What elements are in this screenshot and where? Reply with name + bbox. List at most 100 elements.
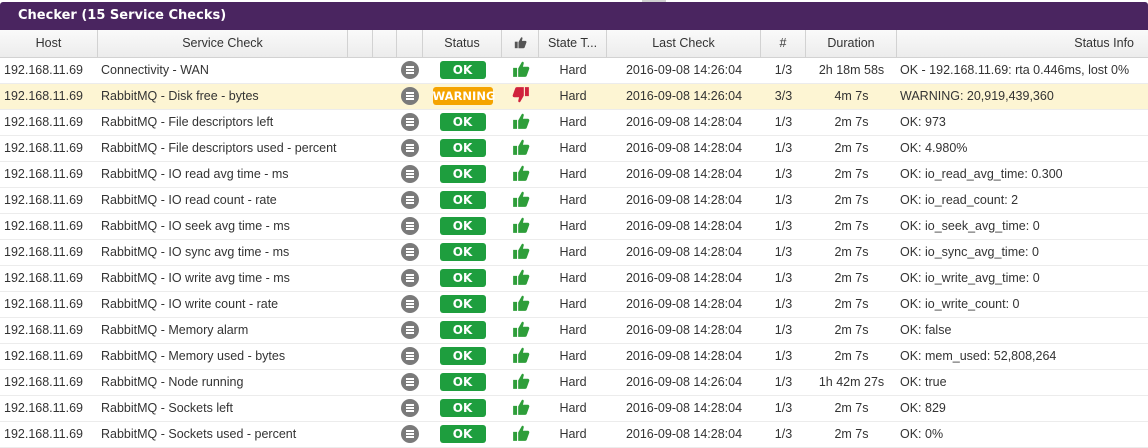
row-actions-cell bbox=[397, 318, 423, 343]
thumbs-up-icon[interactable] bbox=[512, 321, 530, 338]
table-row[interactable]: 192.168.11.69 RabbitMQ - Sockets used - p… bbox=[0, 422, 1148, 448]
host-cell[interactable]: 192.168.11.69 bbox=[0, 292, 98, 317]
service-check-cell[interactable]: RabbitMQ - IO write count - rate bbox=[98, 292, 348, 317]
table-row[interactable]: 192.168.11.69 RabbitMQ - File descriptors… bbox=[0, 110, 1148, 136]
table-row[interactable]: 192.168.11.69 RabbitMQ - Node running OK Ha… bbox=[0, 370, 1148, 396]
thumbs-up-icon[interactable] bbox=[512, 295, 530, 312]
menu-icon[interactable] bbox=[401, 190, 419, 209]
column-header-blank-1[interactable] bbox=[348, 30, 373, 57]
host-cell[interactable]: 192.168.11.69 bbox=[0, 84, 98, 109]
service-check-cell[interactable]: RabbitMQ - IO write avg time - ms bbox=[98, 266, 348, 291]
service-check-cell[interactable]: RabbitMQ - Disk free - bytes bbox=[98, 84, 348, 109]
table-row[interactable]: 192.168.11.69 RabbitMQ - IO sync avg time… bbox=[0, 240, 1148, 266]
host-cell[interactable]: 192.168.11.69 bbox=[0, 422, 98, 447]
column-header-last-check[interactable]: Last Check bbox=[607, 30, 761, 57]
duration-cell: 2m 7s bbox=[834, 271, 869, 285]
thumbs-up-icon[interactable] bbox=[512, 113, 530, 130]
thumbs-up-icon[interactable] bbox=[512, 139, 530, 156]
last-check-cell: 2016-09-08 14:28:04 bbox=[625, 115, 743, 129]
thumbs-up-icon[interactable] bbox=[512, 217, 530, 234]
column-header-host[interactable]: Host bbox=[0, 30, 98, 57]
column-header-attempt[interactable]: # bbox=[761, 30, 806, 57]
service-check-cell[interactable]: RabbitMQ - Sockets left bbox=[98, 396, 348, 421]
menu-icon[interactable] bbox=[401, 112, 419, 131]
thumbs-up-icon[interactable] bbox=[512, 373, 530, 390]
thumbs-up-icon[interactable] bbox=[512, 425, 530, 442]
column-header-actions[interactable] bbox=[397, 30, 423, 57]
column-header-status-info[interactable]: Status Info bbox=[897, 30, 1148, 57]
service-check-cell[interactable]: Connectivity - WAN bbox=[98, 58, 348, 83]
service-check-cell[interactable]: RabbitMQ - Memory alarm bbox=[98, 318, 348, 343]
service-check-cell[interactable]: RabbitMQ - File descriptors left bbox=[98, 110, 348, 135]
menu-icon[interactable] bbox=[401, 346, 419, 365]
column-header-duration[interactable]: Duration bbox=[806, 30, 897, 57]
host-cell[interactable]: 192.168.11.69 bbox=[0, 188, 98, 213]
service-check-cell[interactable]: RabbitMQ - IO read count - rate bbox=[98, 188, 348, 213]
thumbs-down-icon[interactable] bbox=[512, 87, 530, 103]
menu-icon[interactable] bbox=[401, 60, 419, 79]
host-cell[interactable]: 192.168.11.69 bbox=[0, 110, 98, 135]
status-badge: OK bbox=[439, 268, 486, 287]
table-row[interactable]: 192.168.11.69 RabbitMQ - File descriptors… bbox=[0, 136, 1148, 162]
table-row[interactable]: 192.168.11.69 RabbitMQ - Sockets left OK Ha… bbox=[0, 396, 1148, 422]
service-check-cell[interactable]: RabbitMQ - Sockets used - percent bbox=[98, 422, 348, 447]
table-row[interactable]: 192.168.11.69 RabbitMQ - IO read avg time… bbox=[0, 162, 1148, 188]
host-cell[interactable]: 192.168.11.69 bbox=[0, 214, 98, 239]
attempt-cell: 1/3 bbox=[774, 349, 793, 363]
table-row[interactable]: 192.168.11.69 RabbitMQ - Memory used - by… bbox=[0, 344, 1148, 370]
table-row[interactable]: 192.168.11.69 RabbitMQ - Disk free - byte… bbox=[0, 84, 1148, 110]
table-row[interactable]: 192.168.11.69 RabbitMQ - IO write avg tim… bbox=[0, 266, 1148, 292]
table-row[interactable]: 192.168.11.69 RabbitMQ - IO seek avg time… bbox=[0, 214, 1148, 240]
service-check-cell[interactable]: RabbitMQ - IO sync avg time - ms bbox=[98, 240, 348, 265]
host-cell[interactable]: 192.168.11.69 bbox=[0, 266, 98, 291]
column-header-status[interactable]: Status bbox=[423, 30, 502, 57]
menu-icon[interactable] bbox=[401, 138, 419, 157]
table-row[interactable]: 192.168.11.69 RabbitMQ - Memory alarm OK Ha… bbox=[0, 318, 1148, 344]
thumbs-up-icon[interactable] bbox=[512, 399, 530, 416]
thumbs-up-icon[interactable] bbox=[512, 165, 530, 182]
service-check-cell[interactable]: RabbitMQ - IO read avg time - ms bbox=[98, 162, 348, 187]
menu-icon[interactable] bbox=[401, 320, 419, 339]
host-cell[interactable]: 192.168.11.69 bbox=[0, 136, 98, 161]
thumbs-up-icon[interactable] bbox=[512, 61, 530, 78]
host-cell[interactable]: 192.168.11.69 bbox=[0, 396, 98, 421]
menu-icon[interactable] bbox=[401, 424, 419, 443]
column-header-state-type[interactable]: State T... bbox=[539, 30, 607, 57]
status-cell: OK bbox=[423, 266, 502, 291]
service-check-cell[interactable]: RabbitMQ - Node running bbox=[98, 370, 348, 395]
thumbs-up-icon[interactable] bbox=[512, 269, 530, 286]
service-check-cell[interactable]: RabbitMQ - Memory used - bytes bbox=[98, 344, 348, 369]
menu-icon[interactable] bbox=[401, 372, 419, 391]
service-check-cell[interactable]: RabbitMQ - IO seek avg time - ms bbox=[98, 214, 348, 239]
column-header-blank-2[interactable] bbox=[373, 30, 397, 57]
host-cell[interactable]: 192.168.11.69 bbox=[0, 162, 98, 187]
status-info-cell: OK: io_write_avg_time: 0 bbox=[900, 271, 1040, 285]
status-cell: OK bbox=[423, 396, 502, 421]
table-row[interactable]: 192.168.11.69 RabbitMQ - IO read count - … bbox=[0, 188, 1148, 214]
thumbs-up-icon[interactable] bbox=[512, 347, 530, 364]
menu-icon[interactable] bbox=[401, 164, 419, 183]
menu-icon[interactable] bbox=[401, 294, 419, 313]
menu-icon[interactable] bbox=[401, 268, 419, 287]
menu-icon[interactable] bbox=[401, 216, 419, 235]
service-check-cell[interactable]: RabbitMQ - File descriptors used - perce… bbox=[98, 136, 348, 161]
column-header-acknowledged[interactable] bbox=[502, 30, 539, 57]
host-cell[interactable]: 192.168.11.69 bbox=[0, 344, 98, 369]
menu-icon[interactable] bbox=[401, 398, 419, 417]
column-header-service-check[interactable]: Service Check bbox=[98, 30, 348, 57]
menu-icon[interactable] bbox=[401, 86, 419, 105]
status-info-cell: OK: io_sync_avg_time: 0 bbox=[900, 245, 1039, 259]
menu-icon[interactable] bbox=[401, 242, 419, 261]
host-cell[interactable]: 192.168.11.69 bbox=[0, 58, 98, 83]
table-row[interactable]: 192.168.11.69 Connectivity - WAN OK Hard 201… bbox=[0, 58, 1148, 84]
host-cell[interactable]: 192.168.11.69 bbox=[0, 318, 98, 343]
host-cell[interactable]: 192.168.11.69 bbox=[0, 240, 98, 265]
thumbs-up-icon[interactable] bbox=[512, 243, 530, 260]
acknowledge-cell bbox=[502, 58, 539, 83]
status-info-cell: OK: io_write_count: 0 bbox=[900, 297, 1020, 311]
table-row[interactable]: 192.168.11.69 RabbitMQ - IO write count -… bbox=[0, 292, 1148, 318]
host-cell[interactable]: 192.168.11.69 bbox=[0, 370, 98, 395]
row-actions-cell bbox=[397, 110, 423, 135]
attempt-cell: 1/3 bbox=[774, 115, 793, 129]
thumbs-up-icon[interactable] bbox=[512, 191, 530, 208]
